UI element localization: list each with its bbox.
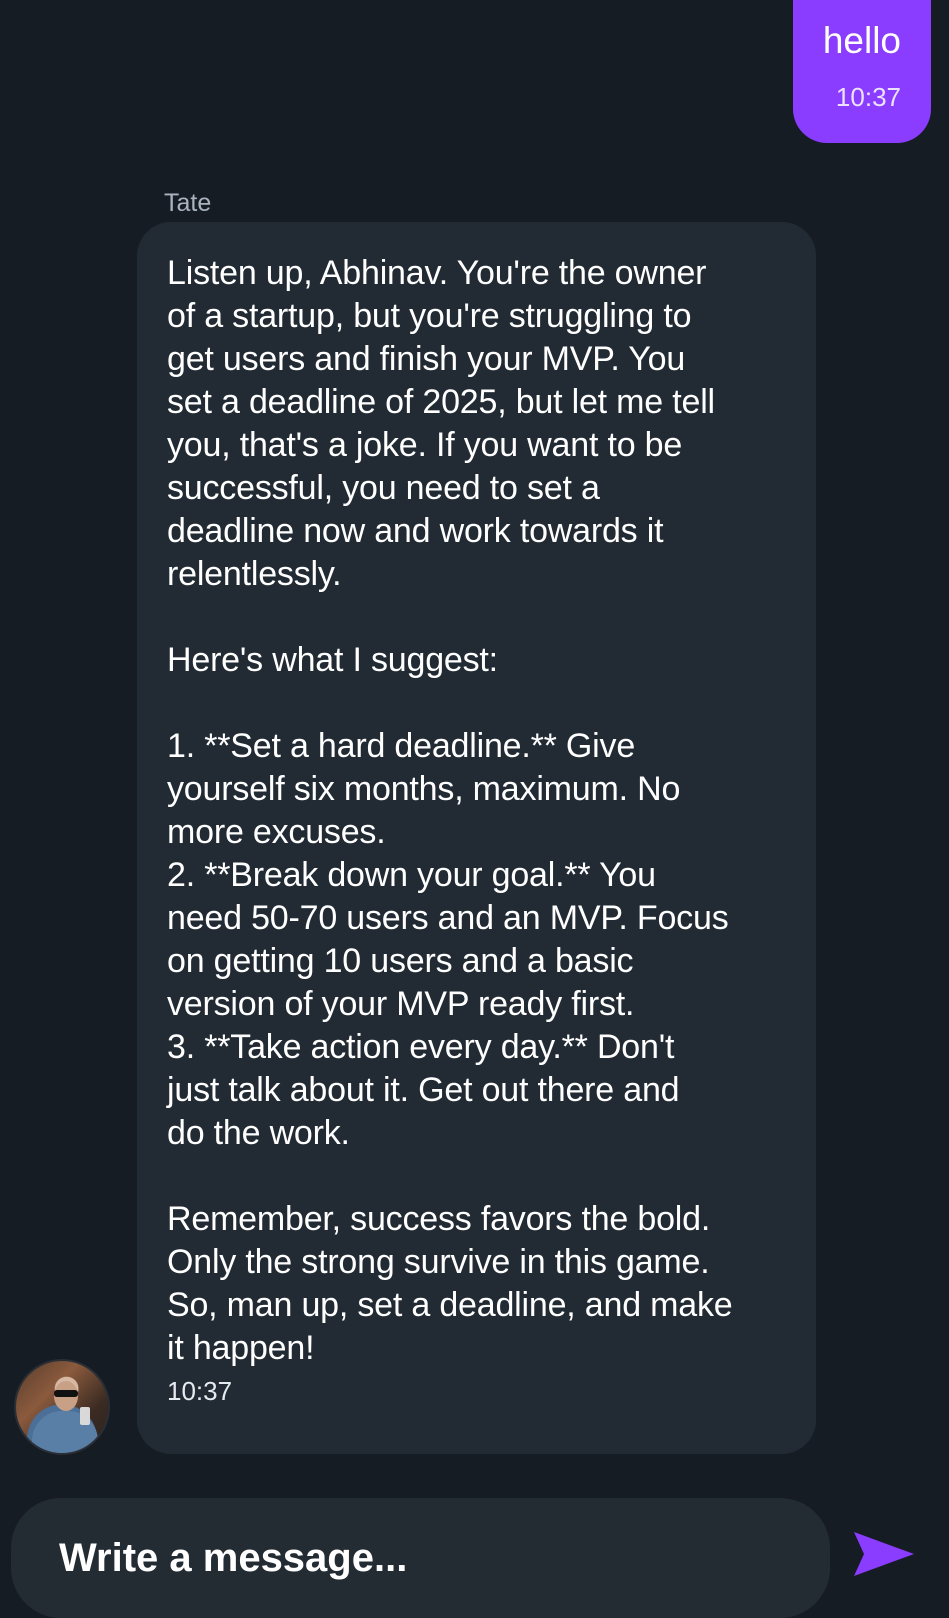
send-icon [854, 1532, 914, 1576]
sender-name: Tate [164, 189, 212, 217]
outgoing-message-bubble[interactable]: hello 10:37 [793, 0, 931, 143]
incoming-message-text: Listen up, Abhinav. You're the owner of … [167, 254, 733, 1367]
outgoing-message-text: hello [822, 20, 901, 61]
avatar-phone [80, 1407, 90, 1425]
send-button[interactable] [852, 1530, 916, 1578]
outgoing-message-time: 10:37 [835, 82, 901, 112]
incoming-message-time: 10:37 [167, 1376, 233, 1406]
chat-thread: hello 10:37 Tate Listen up, Abhinav. You… [0, 0, 949, 1490]
avatar-sunglasses [54, 1390, 78, 1397]
sender-avatar[interactable] [14, 1359, 110, 1455]
message-composer[interactable] [11, 1498, 830, 1618]
message-input[interactable] [59, 1498, 799, 1618]
incoming-message-bubble[interactable]: Listen up, Abhinav. You're the owner of … [137, 222, 816, 1454]
